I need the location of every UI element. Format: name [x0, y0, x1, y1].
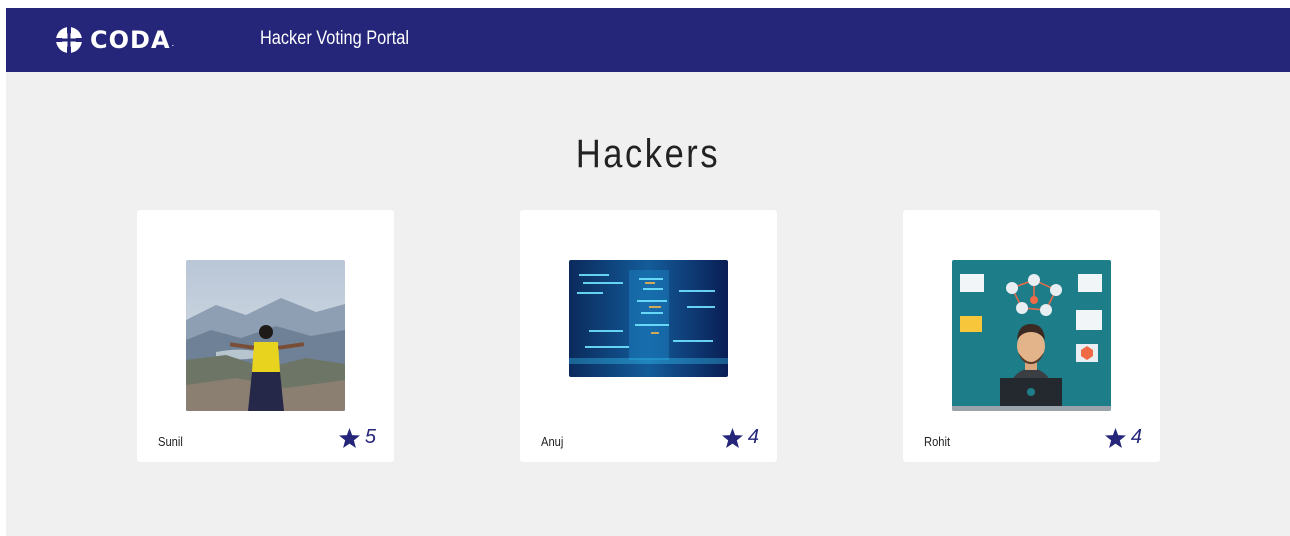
star-icon — [338, 427, 360, 448]
hacker-card-sunil[interactable]: Sunil 5 — [137, 210, 394, 462]
rating-value: 4 — [1130, 426, 1142, 448]
rating[interactable]: 4 — [721, 426, 759, 449]
mountain-landscape-photo[interactable] — [186, 260, 345, 411]
hacker-card-anuj[interactable]: Anuj 4 — [520, 210, 777, 462]
navbar: CODA . Hacker Voting Portal — [6, 8, 1290, 72]
rating-value: 5 — [364, 426, 376, 448]
hacker-card-rohit[interactable]: Rohit 4 — [903, 210, 1160, 462]
page-title: Hackers — [575, 132, 721, 176]
star-icon — [721, 427, 743, 448]
hacker-name: Rohit — [924, 434, 951, 449]
brand-dot: . — [171, 38, 175, 49]
crosshair-globe-icon — [54, 25, 84, 55]
rating-value: 4 — [747, 426, 759, 448]
hacker-illustration[interactable] — [952, 260, 1111, 411]
code-screen-photo[interactable] — [569, 260, 728, 377]
portal-title[interactable]: Hacker Voting Portal — [260, 28, 409, 50]
hacker-name: Anuj — [541, 434, 564, 449]
rating[interactable]: 5 — [338, 426, 376, 449]
brand-name: CODA — [90, 26, 171, 54]
star-icon — [1104, 427, 1126, 448]
brand-logo[interactable]: CODA . — [54, 23, 174, 57]
page-frame: CODA . Hacker Voting Portal Hackers Suni… — [6, 8, 1290, 536]
rating[interactable]: 4 — [1104, 426, 1142, 449]
hacker-name: Sunil — [158, 434, 183, 449]
